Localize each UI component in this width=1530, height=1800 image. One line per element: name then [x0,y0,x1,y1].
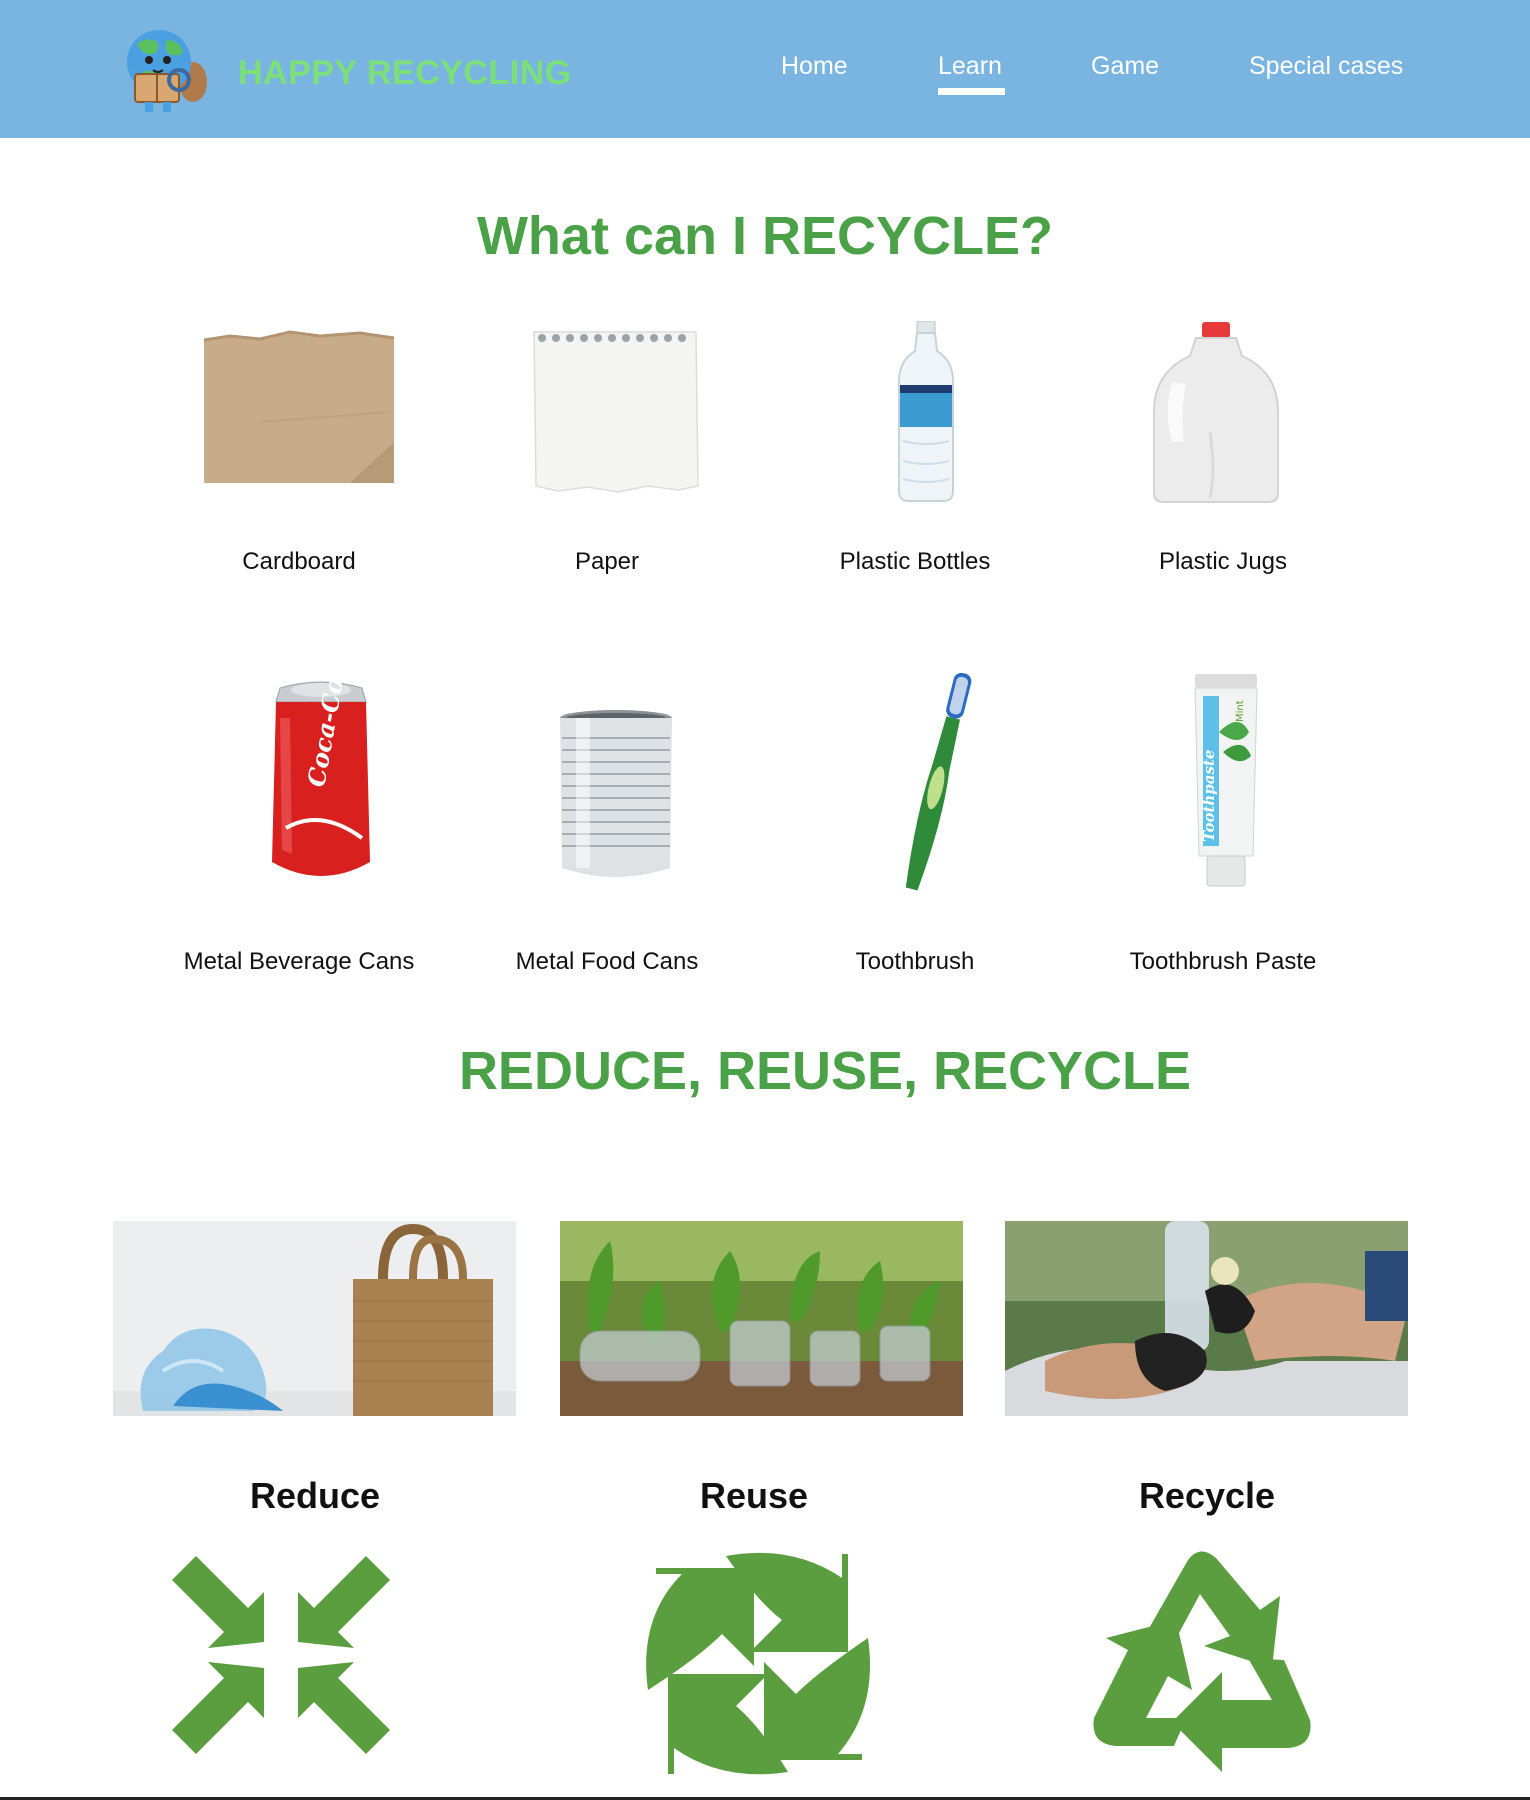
item-label-plastic-bottles: Plastic Bottles [839,548,991,575]
paper-icon [533,331,699,493]
item-label-metal-food-cans: Metal Food Cans [515,948,699,975]
hands-bottle-photo [1005,1221,1408,1416]
recycle-symbol-icon [1093,1551,1311,1772]
recycle-label: Recycle [1138,1475,1276,1516]
reuse-arrows-icon [646,1552,870,1775]
recycle-section-title: What can I RECYCLE? [476,206,1054,266]
item-label-cardboard: Cardboard [242,548,356,575]
beverage-can-icon: Coca-Cola [272,678,370,876]
brand-name[interactable]: HAPPY RECYCLING [238,54,572,93]
nav-special-cases[interactable]: Special cases [1249,52,1403,81]
item-label-toothbrush: Toothbrush [855,948,975,975]
earth-mascot-icon[interactable] [113,24,209,114]
item-label-paper: Paper [574,548,640,575]
toothbrush-icon [905,672,972,891]
nav-game[interactable]: Game [1091,52,1159,81]
toothpaste-icon: Toothpaste Mint [1194,674,1258,887]
toothpaste-brand-text: Toothpaste [1200,750,1218,842]
plastic-jug-icon [1153,322,1279,503]
food-can-icon [560,710,672,877]
item-label-plastic-jugs: Plastic Jugs [1158,548,1288,575]
reduce-label: Reduce [249,1475,381,1516]
plastic-bag-vs-tote-photo [113,1221,516,1416]
reuse-label: Reuse [699,1475,809,1516]
reduce-arrows-icon [172,1556,390,1754]
item-label-toothbrush-paste: Toothbrush Paste [1129,948,1317,975]
bottle-planters-photo [560,1221,963,1416]
plastic-bottle-icon [898,321,954,502]
cardboard-icon [203,330,395,483]
top-nav-bar: HAPPY RECYCLING Home Learn Game Special … [0,0,1530,138]
nav-active-indicator [938,88,1005,95]
nav-home[interactable]: Home [781,52,848,81]
toothpaste-flavor-text: Mint [1235,700,1246,722]
rrr-section-title: REDUCE, REUSE, RECYCLE [458,1041,1192,1101]
item-label-metal-beverage-cans: Metal Beverage Cans [183,948,415,975]
nav-learn[interactable]: Learn [938,52,1002,81]
